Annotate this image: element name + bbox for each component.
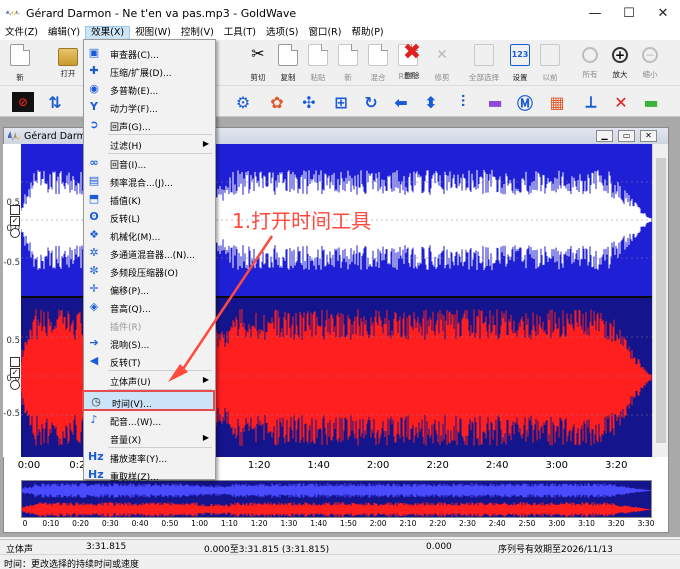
annotation-arrow [168,235,274,382]
arrow-shaft [177,235,274,376]
